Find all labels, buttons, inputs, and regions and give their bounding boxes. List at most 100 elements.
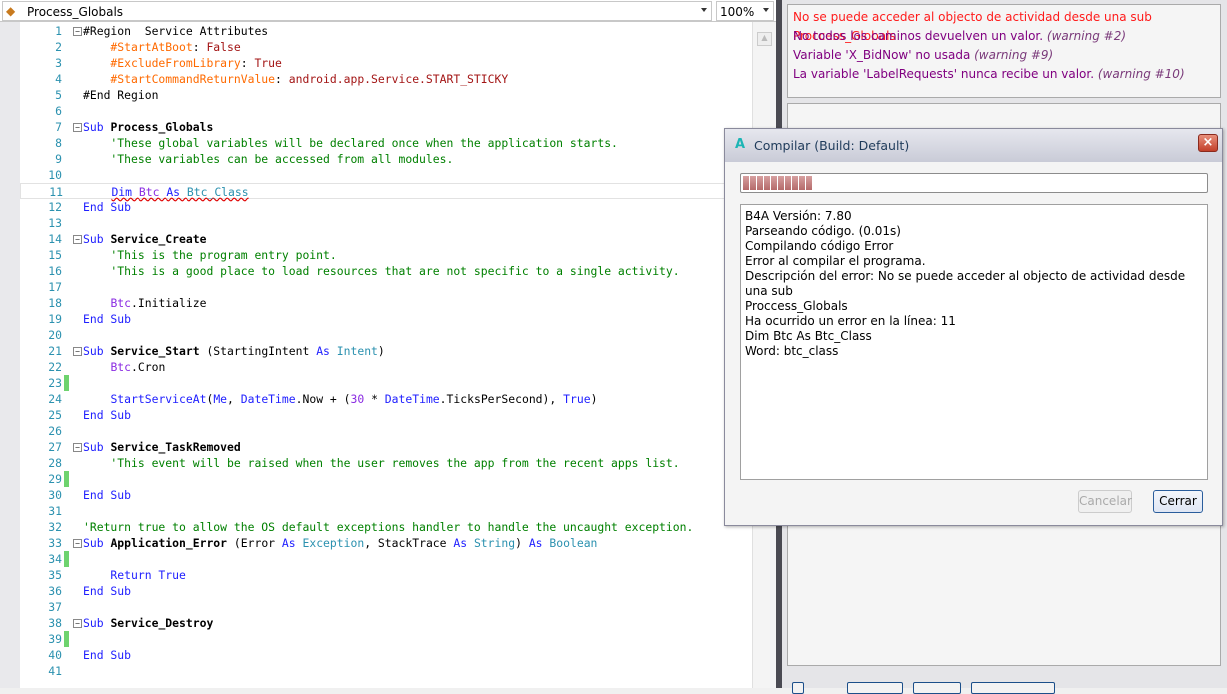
warning-message[interactable]: No todos los caminos devuelven un valor.…	[793, 27, 1215, 46]
toolbar-button[interactable]	[847, 682, 903, 694]
code-line[interactable]: 22 Btc.Cron	[20, 359, 752, 375]
line-number: 7	[55, 120, 62, 134]
code-line[interactable]: 7 − Sub Process_Globals	[20, 119, 752, 135]
code-text: 'This is the program entry point.	[83, 247, 337, 263]
fold-toggle-icon[interactable]: −	[73, 443, 82, 452]
line-number: 21	[48, 344, 62, 358]
code-line[interactable]: 40 End Sub	[20, 647, 752, 663]
code-line[interactable]: 19 End Sub	[20, 311, 752, 327]
code-text: End Sub	[83, 647, 131, 663]
code-line[interactable]: 35 Return True	[20, 567, 752, 583]
code-token: android.app.Service.START_STICKY	[288, 72, 509, 86]
code-line[interactable]: 10	[20, 167, 752, 183]
code-line[interactable]: 12 End Sub	[20, 199, 752, 215]
code-line[interactable]: 5 #End Region	[20, 87, 752, 103]
code-text: #Region Service Attributes	[83, 23, 268, 39]
line-number: 6	[55, 104, 62, 118]
code-line[interactable]: 28 'This event will be raised when the u…	[20, 455, 752, 471]
toolbar-button[interactable]	[971, 682, 1055, 694]
code-line[interactable]: 18 Btc.Initialize	[20, 295, 752, 311]
code-line[interactable]: 1 − #Region Service Attributes	[20, 23, 752, 39]
code-line[interactable]: 14 − Sub Service_Create	[20, 231, 752, 247]
line-number: 14	[48, 232, 62, 246]
code-line[interactable]: 6	[20, 103, 752, 119]
warning-tag: (warning #9)	[974, 48, 1054, 62]
warning-text: Variable 'X_BidNow' no usada	[793, 48, 975, 62]
code-line[interactable]: 11 Dim Btc As Btc_Class	[20, 183, 752, 199]
module-selector[interactable]: ◆ Process_Globals	[2, 1, 712, 21]
code-line[interactable]: 4 #StartCommandReturnValue: android.app.…	[20, 71, 752, 87]
fold-toggle-icon[interactable]: −	[73, 347, 82, 356]
code-line[interactable]: 27 − Sub Service_TaskRemoved	[20, 439, 752, 455]
code-token: As	[166, 185, 187, 199]
progress-segment	[792, 176, 798, 190]
code-token: .TicksPerSecond),	[439, 392, 564, 406]
code-line[interactable]: 25 End Sub	[20, 407, 752, 423]
cancel-button[interactable]: Cancelar	[1078, 490, 1132, 513]
warning-tag: (warning #10)	[1097, 67, 1185, 81]
code-line[interactable]: 26	[20, 423, 752, 439]
code-line[interactable]: 13	[20, 215, 752, 231]
code-text: Sub Service_TaskRemoved	[83, 439, 241, 455]
code-line[interactable]: 17	[20, 279, 752, 295]
code-token: True	[563, 392, 591, 406]
code-token: As	[528, 536, 550, 550]
code-editor[interactable]: 1− #Region Service Attributes 2 #StartAtBo…	[0, 22, 752, 688]
code-line[interactable]: 20	[20, 327, 752, 343]
code-token: #StartCommandReturnValue	[83, 72, 276, 86]
code-line[interactable]: 2 #StartAtBoot: False	[20, 39, 752, 55]
code-line[interactable]: 9 'These variables can be accessed from …	[20, 151, 752, 167]
code-line[interactable]: 41	[20, 663, 752, 679]
code-line[interactable]: 8 'These global variables will be declar…	[20, 135, 752, 151]
fold-toggle-icon[interactable]: −	[73, 235, 82, 244]
code-line[interactable]: 37	[20, 599, 752, 615]
code-line[interactable]: 3 #ExcludeFromLibrary: True	[20, 55, 752, 71]
code-text: #StartCommandReturnValue: android.app.Se…	[83, 71, 508, 87]
code-line[interactable]: 33 − Sub Application_Error (Error As Excep…	[20, 535, 752, 551]
code-token: (StartingIntent	[199, 344, 317, 358]
line-number: 13	[48, 216, 62, 230]
code-token: .Cron	[131, 360, 166, 374]
line-number: 18	[48, 296, 62, 310]
output-line: B4A Versión: 7.80	[745, 209, 852, 223]
code-line[interactable]: 39	[20, 631, 752, 647]
module-icon: ◆	[6, 4, 16, 18]
code-line[interactable]: 36 End Sub	[20, 583, 752, 599]
close-icon[interactable]: ×	[1198, 134, 1218, 152]
code-line[interactable]: 34	[20, 551, 752, 567]
code-line[interactable]: 32 'Return true to allow the OS default e…	[20, 519, 752, 535]
code-token: 'This is the program entry point.	[83, 248, 337, 262]
warning-message[interactable]: Variable 'X_BidNow' no usada (warning #9…	[793, 46, 1215, 65]
code-token: End Sub	[83, 200, 132, 214]
changed-line-marker	[64, 471, 69, 487]
progress-segment	[743, 176, 749, 190]
code-line[interactable]: 15 'This is the program entry point.	[20, 247, 752, 263]
error-message[interactable]: No se puede acceder al objecto de activi…	[793, 8, 1215, 43]
fold-toggle-icon[interactable]: −	[73, 123, 82, 132]
warning-message[interactable]: La variable 'LabelRequests' nunca recibe…	[793, 65, 1215, 84]
code-line[interactable]: 38 − Sub Service_Destroy	[20, 615, 752, 631]
dialog-title-bar[interactable]: A Compilar (Build: Default) ×	[725, 129, 1222, 162]
code-line[interactable]: 24 StartServiceAt(Me, DateTime.Now + (30…	[20, 391, 752, 407]
code-line[interactable]: 31	[20, 503, 752, 519]
code-token: 'This is a good place to load resources …	[83, 264, 680, 278]
code-line[interactable]: 29	[20, 471, 752, 487]
code-text: #ExcludeFromLibrary: True	[83, 55, 281, 71]
fold-toggle-icon[interactable]: −	[73, 619, 82, 628]
checkbox[interactable]	[792, 682, 804, 694]
code-token: End Sub	[83, 408, 132, 422]
line-number: 35	[48, 568, 62, 582]
scroll-up-button[interactable]: ▲	[757, 32, 772, 46]
code-token: Intent	[336, 344, 378, 358]
zoom-selector[interactable]: 100%	[716, 1, 774, 21]
code-line[interactable]: 21 − Sub Service_Start (StartingIntent As …	[20, 343, 752, 359]
code-line[interactable]: 16 'This is a good place to load resourc…	[20, 263, 752, 279]
fold-toggle-icon[interactable]: −	[73, 27, 82, 36]
toolbar-button[interactable]	[913, 682, 961, 694]
output-line: Dim Btc As Btc_Class	[745, 329, 872, 343]
code-line[interactable]: 23	[20, 375, 752, 391]
fold-toggle-icon[interactable]: −	[73, 539, 82, 548]
close-button[interactable]: Cerrar	[1153, 490, 1203, 513]
code-line[interactable]: 30 End Sub	[20, 487, 752, 503]
